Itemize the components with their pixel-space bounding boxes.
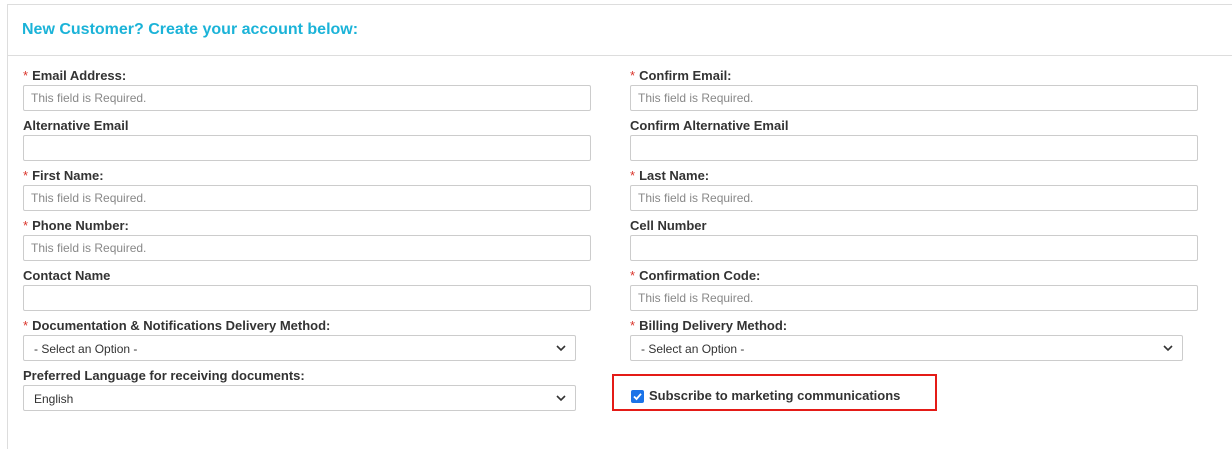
contact-name-input[interactable] <box>23 285 591 311</box>
alt-email-input[interactable] <box>23 135 591 161</box>
confirm-alt-email-input[interactable] <box>630 135 1198 161</box>
cell-input[interactable] <box>630 235 1198 261</box>
confirm-email-input[interactable] <box>630 85 1198 111</box>
billing-delivery-select[interactable]: - Select an Option - <box>630 335 1183 361</box>
marketing-checkbox[interactable] <box>631 390 644 403</box>
contact-name-label: Contact Name <box>23 268 111 283</box>
chevron-down-icon <box>556 395 566 402</box>
doc-delivery-selected-value: - Select an Option - <box>34 342 138 356</box>
phone-input[interactable] <box>23 235 591 261</box>
required-marker: * <box>23 318 29 333</box>
chevron-down-icon <box>556 345 566 352</box>
required-marker: * <box>630 268 636 283</box>
billing-delivery-selected-value: - Select an Option - <box>641 342 745 356</box>
chevron-down-icon <box>1163 345 1173 352</box>
confirmation-code-label: * Confirmation Code: <box>630 268 761 283</box>
required-marker: * <box>630 168 636 183</box>
required-marker: * <box>23 168 29 183</box>
marketing-highlight-box: Subscribe to marketing communications <box>612 374 937 411</box>
alt-email-label: Alternative Email <box>23 118 129 133</box>
required-marker: * <box>630 318 636 333</box>
first-name-input[interactable] <box>23 185 591 211</box>
phone-label: * Phone Number: <box>23 218 129 233</box>
panel-header: New Customer? Create your account below: <box>8 5 1232 56</box>
required-marker: * <box>23 68 29 83</box>
doc-delivery-select[interactable]: - Select an Option - <box>23 335 576 361</box>
language-select[interactable]: English <box>23 385 576 411</box>
required-marker: * <box>630 68 636 83</box>
last-name-label: * Last Name: <box>630 168 710 183</box>
last-name-input[interactable] <box>630 185 1198 211</box>
confirm-alt-email-label: Confirm Alternative Email <box>630 118 789 133</box>
email-input[interactable] <box>23 85 591 111</box>
email-label: * Email Address: <box>23 68 127 83</box>
confirmation-code-input[interactable] <box>630 285 1198 311</box>
cell-label: Cell Number <box>630 218 707 233</box>
checkmark-icon <box>633 393 642 401</box>
language-label: Preferred Language for receiving documen… <box>23 368 305 383</box>
confirm-email-label: * Confirm Email: <box>630 68 732 83</box>
language-selected-value: English <box>34 392 74 406</box>
first-name-label: * First Name: <box>23 168 104 183</box>
billing-delivery-label: * Billing Delivery Method: <box>630 318 788 333</box>
required-marker: * <box>23 218 29 233</box>
doc-delivery-label: * Documentation & Notifications Delivery … <box>23 318 331 333</box>
page-title: New Customer? Create your account below: <box>22 21 359 38</box>
marketing-checkbox-label[interactable]: Subscribe to marketing communications <box>649 388 900 403</box>
